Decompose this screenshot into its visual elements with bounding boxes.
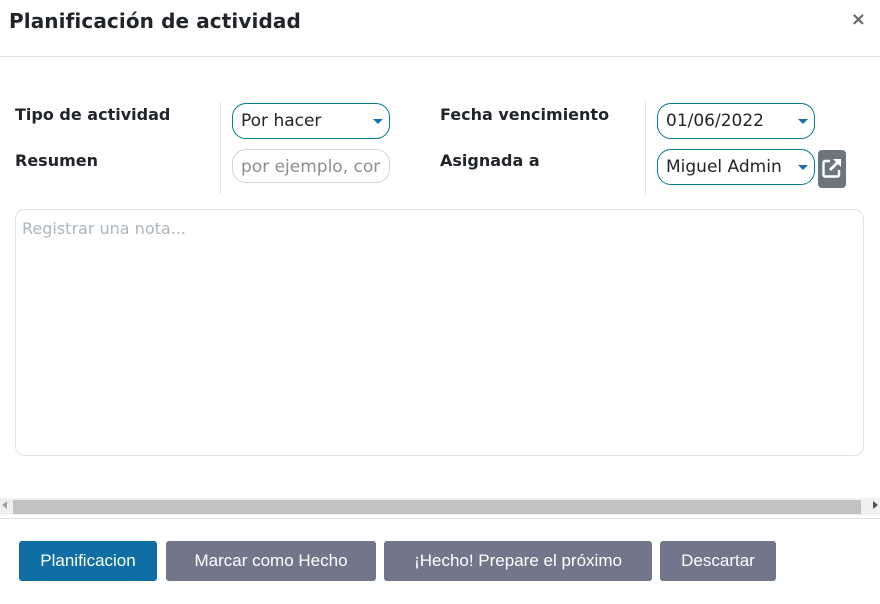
chevron-down-icon [373, 119, 383, 124]
assigned-to-label: Asignada a [440, 151, 540, 170]
assigned-to-value: Miguel Admin [666, 157, 782, 177]
scroll-left-icon[interactable] [2, 501, 7, 509]
summary-input[interactable]: por ejemplo, cor [232, 149, 390, 183]
schedule-button[interactable]: Planificacion [19, 541, 157, 581]
done-schedule-next-button[interactable]: ¡Hecho! Prepare el próximo [384, 541, 652, 581]
external-link-icon [822, 159, 841, 178]
due-date-picker[interactable]: 01/06/2022 [657, 103, 815, 139]
summary-label: Resumen [15, 151, 98, 170]
activity-type-label: Tipo de actividad [15, 105, 171, 124]
chevron-down-icon [798, 119, 808, 124]
discard-button[interactable]: Descartar [660, 541, 776, 581]
due-date-label: Fecha vencimiento [440, 105, 610, 124]
dialog-header: Planificación de actividad × [0, 0, 880, 57]
mark-done-button[interactable]: Marcar como Hecho [166, 541, 376, 581]
note-textarea[interactable]: Registrar una nota... [15, 209, 864, 456]
external-link-button[interactable] [818, 150, 846, 188]
dialog-title: Planificación de actividad [9, 9, 301, 33]
divider [220, 102, 221, 194]
scroll-right-icon[interactable] [873, 501, 878, 509]
chevron-down-icon [798, 165, 808, 170]
assigned-to-select[interactable]: Miguel Admin [657, 149, 815, 185]
footer-divider [0, 518, 880, 519]
note-placeholder: Registrar una nota... [22, 219, 186, 238]
close-icon[interactable]: × [851, 9, 866, 30]
divider [645, 102, 646, 194]
scrollbar-thumb[interactable] [13, 500, 861, 514]
activity-type-value: Por hacer [241, 111, 322, 131]
activity-type-select[interactable]: Por hacer [232, 103, 390, 139]
due-date-value: 01/06/2022 [666, 111, 764, 131]
summary-placeholder: por ejemplo, cor [241, 157, 381, 177]
